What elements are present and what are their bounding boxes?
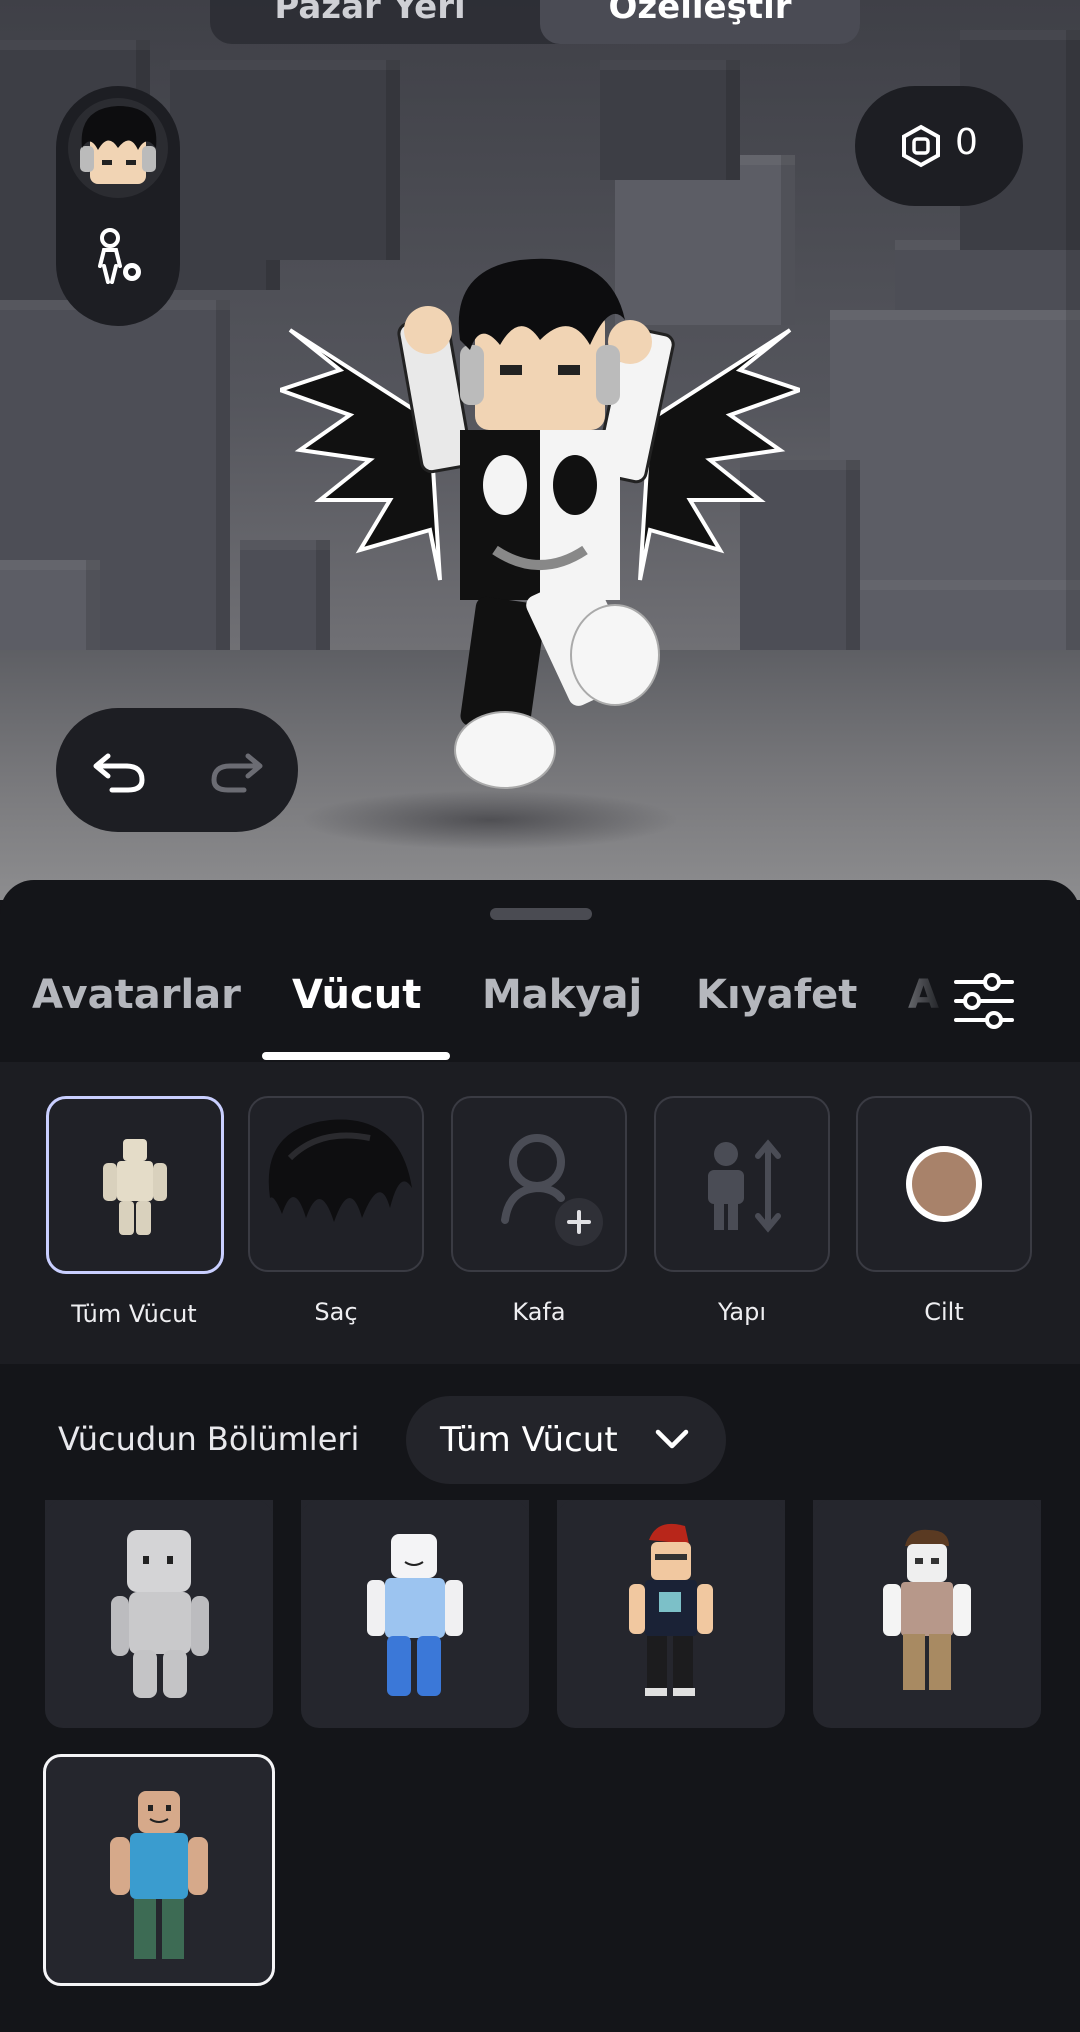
avatar-settings-icon[interactable] <box>86 226 150 290</box>
subcategory-tile[interactable] <box>248 1096 424 1272</box>
robux-count: 0 <box>955 122 978 163</box>
subcategory-row: Tüm Vücut Saç Kafa Yapı Cilt <box>0 1062 1080 1364</box>
subcategory-label: Saç <box>314 1298 358 1326</box>
robux-icon <box>902 124 940 168</box>
full-body-icon <box>103 1139 167 1235</box>
subcategory-label: Tüm Vücut <box>71 1300 197 1328</box>
avatar-preview-scene[interactable]: Pazar Yeri Özelleştir 0 <box>0 0 1080 900</box>
subcategory-build[interactable]: Yapı <box>654 1096 830 1326</box>
body-parts-selected: Tüm Vücut <box>440 1420 618 1460</box>
skin-color-icon <box>906 1146 982 1222</box>
robux-balance[interactable]: 0 <box>855 86 1023 206</box>
body-item-card[interactable] <box>301 1500 529 1728</box>
subcategory-tile[interactable] <box>451 1096 627 1272</box>
body-parts-dropdown[interactable]: Tüm Vücut <box>406 1396 726 1484</box>
tab-body[interactable]: Vücut <box>292 972 421 1018</box>
body-item-card[interactable] <box>45 1500 273 1728</box>
body-item-card[interactable] <box>557 1500 785 1728</box>
tab-clothing[interactable]: Kıyafet <box>696 972 857 1018</box>
add-head-icon <box>501 1134 603 1246</box>
avatar-switcher-pill <box>56 86 180 326</box>
subcategory-head[interactable]: Kafa <box>451 1096 627 1326</box>
undo-icon[interactable] <box>88 738 152 802</box>
segment-marketplace[interactable]: Pazar Yeri <box>210 0 530 44</box>
subcategory-label: Yapı <box>718 1298 766 1326</box>
hair-icon <box>268 1119 412 1222</box>
avatar-character[interactable] <box>280 250 800 810</box>
body-scale-icon <box>708 1139 781 1233</box>
subcategory-tile[interactable] <box>654 1096 830 1272</box>
body-items-grid <box>0 1500 1080 2032</box>
sheet-drag-handle[interactable] <box>490 908 592 920</box>
avatar-thumbnail[interactable] <box>68 98 168 198</box>
undo-redo-controls <box>56 708 298 832</box>
customize-bottom-sheet: Avatarlar Vücut Makyaj Kıyafet A <box>0 880 1080 2032</box>
category-tabs: Avatarlar Vücut Makyaj Kıyafet A <box>0 936 1080 1062</box>
scene-block <box>600 60 740 180</box>
sliders-icon[interactable] <box>950 968 1018 1034</box>
subcategory-tile[interactable] <box>46 1096 224 1274</box>
top-segmented-control: Pazar Yeri Özelleştir <box>210 0 860 44</box>
chevron-down-icon <box>655 1429 689 1449</box>
subcategory-skin[interactable]: Cilt <box>856 1096 1032 1326</box>
scene-block <box>260 60 400 260</box>
subcategory-label: Kafa <box>512 1298 566 1326</box>
tab-avatars[interactable]: Avatarlar <box>32 972 241 1018</box>
body-parts-row: Vücudun Bölümleri Tüm Vücut <box>0 1388 1080 1486</box>
scene-block <box>830 310 1080 610</box>
subcategory-tile[interactable] <box>856 1096 1032 1272</box>
redo-icon[interactable] <box>204 738 268 802</box>
segment-customize[interactable]: Özelleştir <box>540 0 860 44</box>
subcategory-hair[interactable]: Saç <box>248 1096 424 1326</box>
subcategory-label: Cilt <box>924 1298 964 1326</box>
body-item-card[interactable] <box>813 1500 1041 1728</box>
tab-makeup[interactable]: Makyaj <box>482 972 642 1018</box>
subcategory-full-body[interactable]: Tüm Vücut <box>46 1096 224 1328</box>
active-tab-indicator <box>262 1052 450 1060</box>
body-parts-label: Vücudun Bölümleri <box>58 1420 360 1458</box>
body-item-card-selected[interactable] <box>43 1754 275 1986</box>
back-arrow-icon[interactable] <box>82 0 150 24</box>
